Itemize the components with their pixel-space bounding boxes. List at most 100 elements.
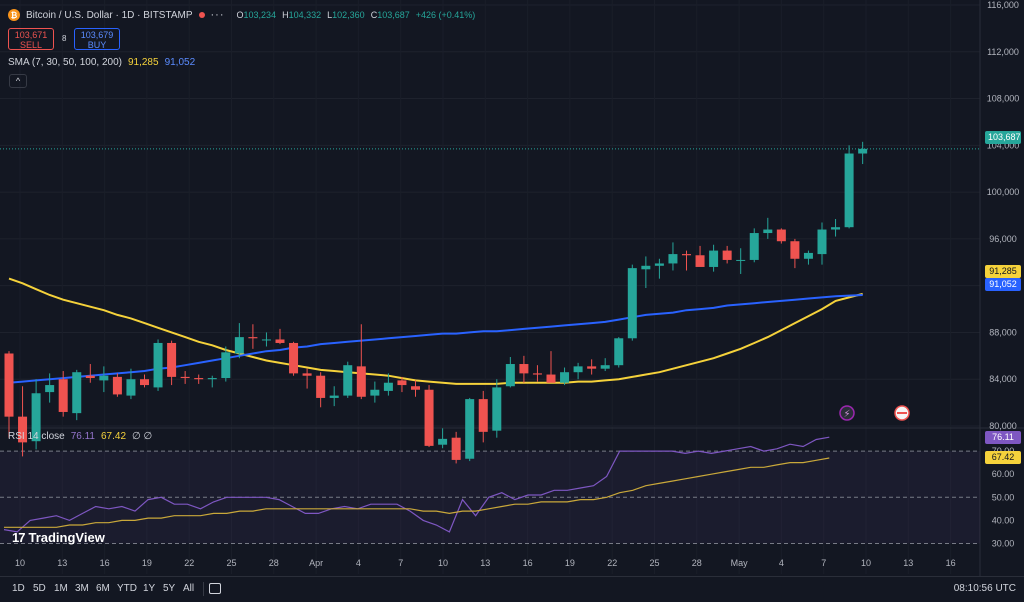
candle-body[interactable]: [4, 353, 14, 417]
candle-body[interactable]: [397, 380, 407, 386]
ohlc-open: O103,234: [236, 10, 277, 20]
candle-body[interactable]: [641, 265, 651, 270]
candle-body[interactable]: [668, 254, 678, 264]
timeframe-3m[interactable]: 3M: [75, 583, 89, 594]
time-axis-label: 25: [649, 558, 659, 568]
candle-body[interactable]: [370, 389, 380, 396]
sell-button[interactable]: 103,671 SELL: [8, 28, 54, 50]
timeframe-5d[interactable]: 5D: [33, 583, 46, 594]
candle-body[interactable]: [261, 339, 271, 341]
time-axis-label: 13: [903, 558, 913, 568]
timeframe-5y[interactable]: 5Y: [163, 583, 175, 594]
candle-body[interactable]: [72, 372, 82, 414]
buy-price: 103,679: [80, 30, 114, 40]
candle-body[interactable]: [356, 366, 366, 397]
timeframe-6m[interactable]: 6M: [96, 583, 110, 594]
timeframe-1d[interactable]: 1D: [12, 583, 25, 594]
rsi-legend[interactable]: RSI 14 close 76.11 67.42 ∅ ∅: [8, 431, 152, 442]
candle-body[interactable]: [153, 342, 163, 388]
candle-body[interactable]: [289, 342, 299, 374]
candle-body[interactable]: [763, 229, 773, 234]
moving-average-lines: [8, 277, 863, 385]
symbol-title[interactable]: Bitcoin / U.S. Dollar · 1D · BITSTAMP: [26, 10, 193, 21]
candle-body[interactable]: [803, 252, 813, 259]
candle-body[interactable]: [126, 379, 136, 396]
buy-button[interactable]: 103,679 BUY: [74, 28, 120, 50]
candle-body[interactable]: [451, 437, 461, 460]
candle-body[interactable]: [167, 342, 177, 377]
utc-clock[interactable]: 08:10:56 UTC: [954, 583, 1016, 594]
candle-body[interactable]: [316, 375, 326, 398]
time-axis-label: 10: [861, 558, 871, 568]
candle-body[interactable]: [45, 385, 55, 393]
candle-body[interactable]: [858, 148, 868, 154]
candle-body[interactable]: [275, 339, 285, 343]
candle-body[interactable]: [329, 395, 339, 398]
candle-body[interactable]: [85, 375, 95, 379]
timeframe-all[interactable]: All: [183, 583, 194, 594]
candle-body[interactable]: [505, 364, 515, 387]
more-icon[interactable]: ···: [211, 9, 225, 21]
candle-body[interactable]: [207, 378, 217, 380]
candle-body[interactable]: [749, 233, 759, 260]
flash-event-glyph: ⚡: [843, 409, 850, 420]
candle-body[interactable]: [248, 337, 258, 339]
candle-body[interactable]: [465, 399, 475, 459]
candle-body[interactable]: [112, 376, 122, 395]
sma-fast-badge: 91,285: [985, 265, 1021, 278]
time-axis-label: 19: [142, 558, 152, 568]
timeframe-1m[interactable]: 1M: [54, 583, 68, 594]
candle-body[interactable]: [424, 389, 434, 446]
date-range-calendar-icon[interactable]: [209, 583, 221, 594]
candle-body[interactable]: [478, 399, 488, 432]
candle-body[interactable]: [560, 372, 570, 383]
candle-body[interactable]: [817, 229, 827, 255]
candle-body[interactable]: [695, 255, 705, 267]
candle-body[interactable]: [614, 338, 624, 366]
timeframe-1y[interactable]: 1Y: [143, 583, 155, 594]
candle-body[interactable]: [99, 375, 109, 381]
candle-body[interactable]: [722, 250, 732, 260]
candle-body[interactable]: [736, 259, 746, 261]
candle-body[interactable]: [546, 374, 556, 383]
candle-body[interactable]: [627, 268, 637, 339]
sma-legend[interactable]: SMA (7, 30, 50, 100, 200) 91,285 91,052: [8, 57, 195, 68]
candle-body[interactable]: [790, 241, 800, 259]
candle-body[interactable]: [492, 387, 502, 431]
candle-body[interactable]: [573, 366, 583, 373]
candle-body[interactable]: [831, 227, 841, 230]
candle-body[interactable]: [844, 153, 854, 228]
time-axis-label: 16: [100, 558, 110, 568]
candle-body[interactable]: [600, 365, 610, 369]
time-axis-label: Apr: [309, 558, 323, 568]
candle-body[interactable]: [234, 337, 244, 354]
candle-body[interactable]: [587, 366, 597, 369]
candle-body[interactable]: [776, 229, 786, 242]
tradingview-logo-text: TradingView: [28, 530, 105, 545]
candle-body[interactable]: [709, 250, 719, 267]
candle-body[interactable]: [682, 254, 691, 256]
timeframe-ytd[interactable]: YTD: [117, 583, 137, 594]
sma-slow-badge: 91,052: [985, 278, 1021, 291]
time-axis-label: 4: [779, 558, 784, 568]
candle-body[interactable]: [411, 386, 420, 390]
price-chart[interactable]: 116,000112,000108,000104,000100,00096,00…: [0, 0, 1024, 601]
time-axis-label: 13: [57, 558, 67, 568]
candle-body[interactable]: [194, 378, 204, 380]
us-flag-event-stripe: [897, 412, 907, 414]
sma-slow-line: [8, 294, 863, 384]
price-tick-label: 112,000: [987, 47, 1019, 57]
candle-body[interactable]: [438, 438, 448, 445]
candle-body[interactable]: [383, 382, 393, 391]
collapse-legend-button[interactable]: ^: [9, 74, 27, 88]
candle-body[interactable]: [654, 263, 664, 266]
candle-body[interactable]: [58, 379, 68, 412]
candle-body[interactable]: [343, 365, 353, 396]
candle-body[interactable]: [140, 379, 149, 386]
candle-body[interactable]: [221, 352, 231, 379]
sma-fast-line: [8, 277, 863, 385]
candle-body[interactable]: [302, 373, 312, 376]
candle-body[interactable]: [180, 376, 190, 379]
candle-body[interactable]: [519, 364, 529, 374]
candle-body[interactable]: [532, 373, 542, 375]
